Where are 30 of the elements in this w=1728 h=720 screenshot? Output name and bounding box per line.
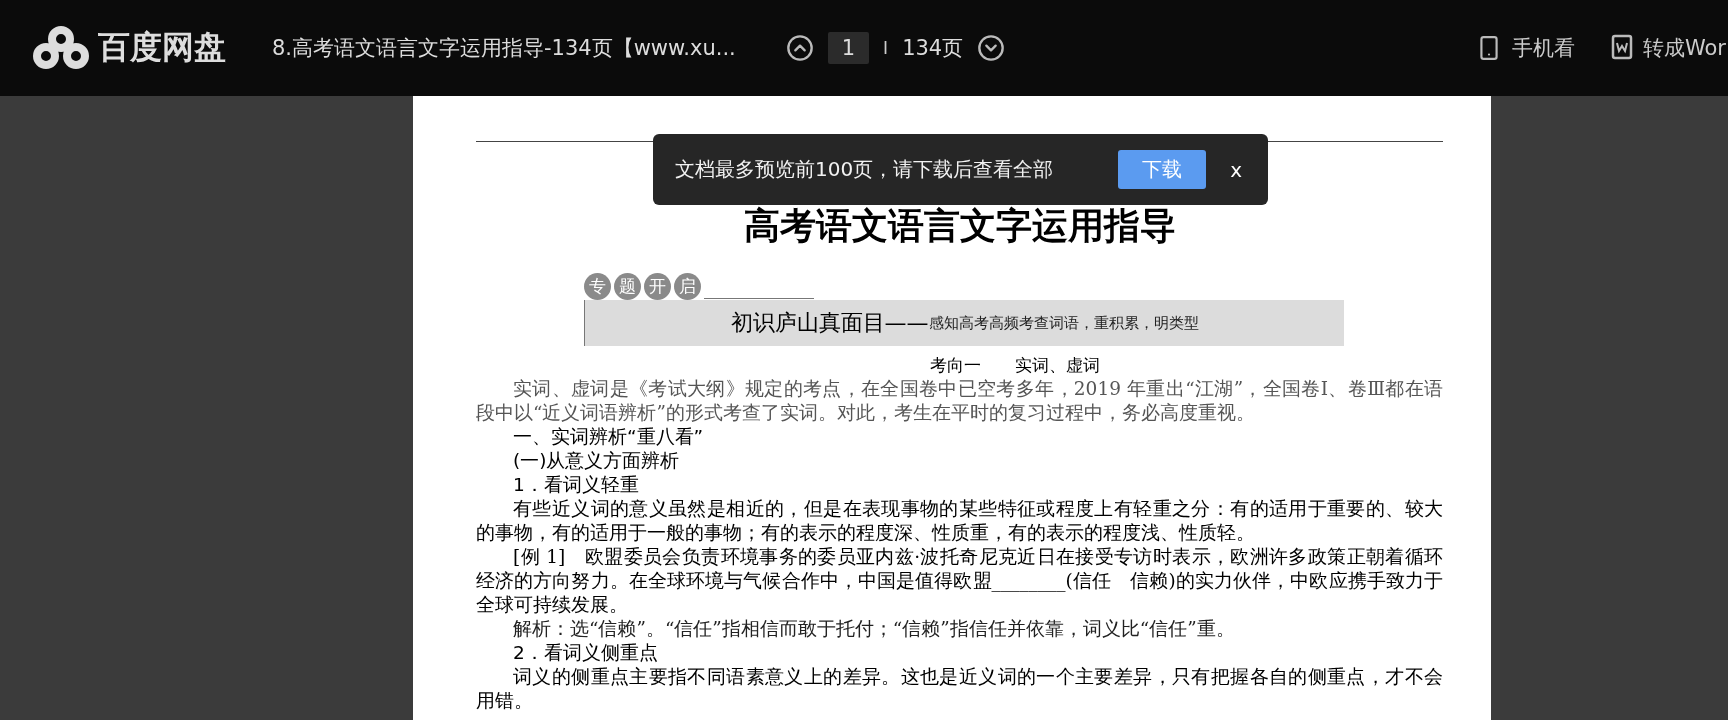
- logo-icon: [32, 25, 90, 71]
- page-total: 134页: [902, 35, 964, 62]
- topic-badge: 题: [614, 273, 641, 300]
- paragraph: [例 1] 欧盟委员会负责环境事务的委员亚内兹·波托奇尼克近日在接受专访时表示，欧洲许多政策正朝着循环经济的方向努力。在全球环境与气候合作中，中国是值得欧盟________(信任 信赖)的实力伙伴，中欧应携手致力于全球可持续发展。: [476, 545, 1443, 617]
- topic-badge: 启: [674, 273, 701, 300]
- topic-badge: 开: [644, 273, 671, 300]
- page-number-field[interactable]: 1: [827, 32, 870, 64]
- paragraph: 词义的侧重点主要指不同语素意义上的差异。这也是近义词的一个主要差异，只有把握各自的侧重点，才不会用错。: [476, 665, 1443, 713]
- banner-subheading: 感知高考高频考查词语，重积累，明类型: [928, 313, 1199, 333]
- toast-message: 文档最多预览前100页，请下载后查看全部: [675, 156, 1054, 183]
- page-separator: I: [883, 38, 889, 58]
- word-document-icon: [1611, 34, 1633, 62]
- previous-page-icon[interactable]: [785, 34, 814, 62]
- paragraph-heading: (一)从意义方面辨析: [512, 449, 681, 473]
- close-button[interactable]: x: [1224, 156, 1248, 183]
- header-action-link[interactable]: 手机看: [1476, 34, 1575, 62]
- paragraph-heading: 1．看词义轻重: [512, 473, 640, 497]
- paragraph: 解析：选“信赖”。“信任”指相信而敢于托付；“信赖”指信任并依靠，词义比“信任”重。: [512, 617, 1236, 641]
- banner-heading: 初识庐山真面目——: [730, 309, 929, 337]
- document-title: 8.高考语文语言文字运用指导-134页【www.xu...: [272, 35, 736, 62]
- document-heading: 高考语文语言文字运用指导: [742, 204, 1177, 248]
- section-heading: 考向一 实词、虚词: [928, 354, 1101, 377]
- paragraph: 有些近义词的意义虽然是相近的，但是在表现事物的某些特征或程度上有轻重之分：有的适用于重要的、较大的事物，有的适用于一般的事物；有的表示的程度深、性质重，有的表示的程度浅、性质轻。: [476, 497, 1443, 545]
- header-action-link[interactable]: 转成Wor: [1611, 34, 1726, 62]
- next-page-icon[interactable]: [977, 34, 1006, 62]
- paragraph-heading: 一、实词辨析“重八看”: [512, 425, 705, 449]
- paragraph-heading: 2．看词义侧重点: [512, 641, 659, 665]
- topic-badge: 专: [584, 273, 611, 300]
- paragraph: 实词、虚词是《考试大纲》规定的考点，在全国卷中已空考多年，2019 年重出“江湖”，全国卷Ⅰ、卷Ⅲ都在语段中以“近义词语辨析”的形式考查了实词。对此，考生在平时的复习过程中，务必高度重视。: [476, 377, 1443, 425]
- app-logo-text: 百度网盘: [98, 27, 226, 68]
